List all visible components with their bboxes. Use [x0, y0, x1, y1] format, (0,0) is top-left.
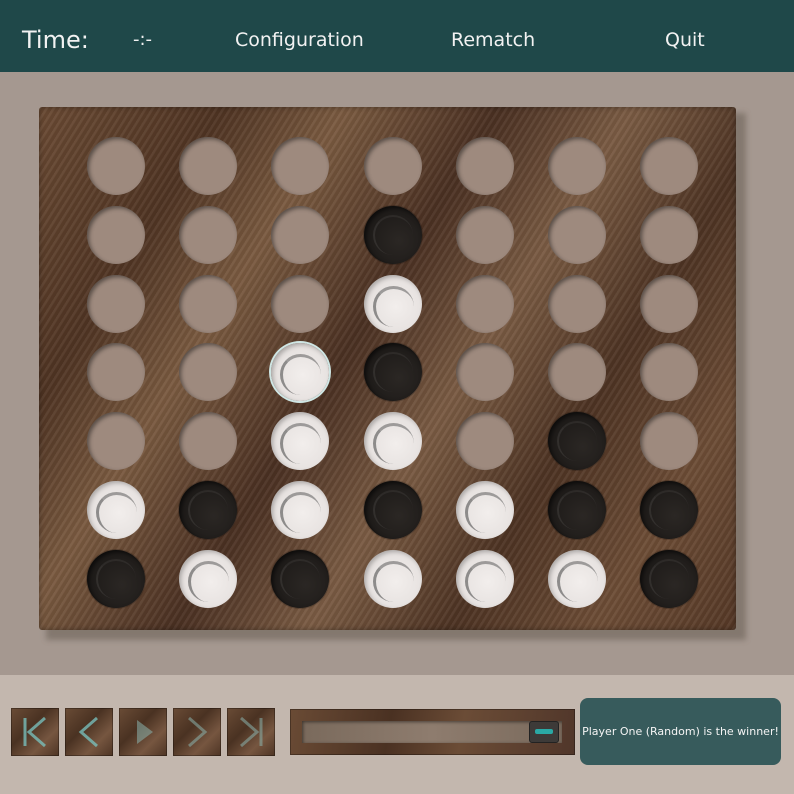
board-slot[interactable]: [271, 274, 330, 333]
board-slot[interactable]: [640, 412, 699, 471]
board-slot[interactable]: [455, 274, 514, 333]
next-move-icon: [188, 716, 208, 748]
time-label: Time:: [22, 26, 89, 54]
board-slot[interactable]: [179, 137, 238, 195]
white-disc[interactable]: [548, 549, 606, 608]
board-slot[interactable]: [548, 274, 606, 333]
board-slot[interactable]: [87, 343, 145, 402]
white-disc[interactable]: [271, 412, 330, 471]
board-slot[interactable]: [455, 137, 514, 195]
board-slot[interactable]: [179, 412, 238, 471]
play-button[interactable]: [119, 708, 167, 756]
black-disc[interactable]: [548, 481, 606, 539]
board-slot[interactable]: [179, 205, 238, 264]
move-slider-track: [302, 721, 562, 743]
first-move-button[interactable]: [11, 708, 59, 756]
board-slot[interactable]: [640, 274, 699, 333]
board-slot[interactable]: [271, 205, 330, 264]
board-slot[interactable]: [548, 343, 606, 402]
board-slot[interactable]: [455, 343, 514, 402]
time-value: -:-: [133, 29, 153, 50]
black-disc[interactable]: [640, 481, 699, 539]
board-slot[interactable]: [640, 343, 699, 402]
quit-button[interactable]: Quit: [665, 0, 705, 72]
rematch-button[interactable]: Rematch: [451, 0, 535, 72]
board-slot[interactable]: [548, 137, 606, 195]
play-icon: [137, 720, 153, 744]
board-slot[interactable]: [640, 205, 699, 264]
black-disc[interactable]: [363, 481, 422, 539]
black-disc[interactable]: [640, 549, 699, 608]
white-disc[interactable]: [455, 549, 514, 608]
configuration-button[interactable]: Configuration: [235, 0, 364, 72]
board-slot[interactable]: [363, 137, 422, 195]
move-slider[interactable]: [290, 709, 575, 755]
first-move-icon: [23, 716, 46, 748]
board-slot[interactable]: [271, 137, 330, 195]
board-slot[interactable]: [87, 137, 145, 195]
next-move-button[interactable]: [173, 708, 221, 756]
board-slot[interactable]: [87, 205, 145, 264]
white-disc[interactable]: [271, 481, 330, 539]
white-disc[interactable]: [179, 549, 238, 608]
black-disc[interactable]: [87, 549, 145, 608]
white-disc[interactable]: [271, 343, 330, 402]
move-slider-thumb[interactable]: [529, 721, 559, 743]
board-slot[interactable]: [87, 412, 145, 471]
board-slot[interactable]: [179, 274, 238, 333]
board-slot[interactable]: [548, 205, 606, 264]
top-bar: Time: -:- Configuration Rematch Quit: [0, 0, 794, 72]
last-move-icon: [240, 716, 263, 748]
board-slot[interactable]: [640, 137, 699, 195]
previous-move-button[interactable]: [65, 708, 113, 756]
white-disc[interactable]: [363, 274, 422, 333]
black-disc[interactable]: [179, 481, 238, 539]
white-disc[interactable]: [363, 412, 422, 471]
white-disc[interactable]: [455, 481, 514, 539]
status-message: Player One (Random) is the winner!: [580, 698, 781, 765]
board-slot[interactable]: [179, 343, 238, 402]
board-slot[interactable]: [455, 205, 514, 264]
black-disc[interactable]: [363, 205, 422, 264]
board-slot[interactable]: [455, 412, 514, 471]
board-slot[interactable]: [87, 274, 145, 333]
white-disc[interactable]: [87, 481, 145, 539]
last-move-button[interactable]: [227, 708, 275, 756]
game-board[interactable]: [39, 107, 736, 630]
white-disc[interactable]: [363, 549, 422, 608]
black-disc[interactable]: [271, 549, 330, 608]
black-disc[interactable]: [548, 412, 606, 471]
previous-move-icon: [78, 716, 98, 748]
black-disc[interactable]: [363, 343, 422, 402]
